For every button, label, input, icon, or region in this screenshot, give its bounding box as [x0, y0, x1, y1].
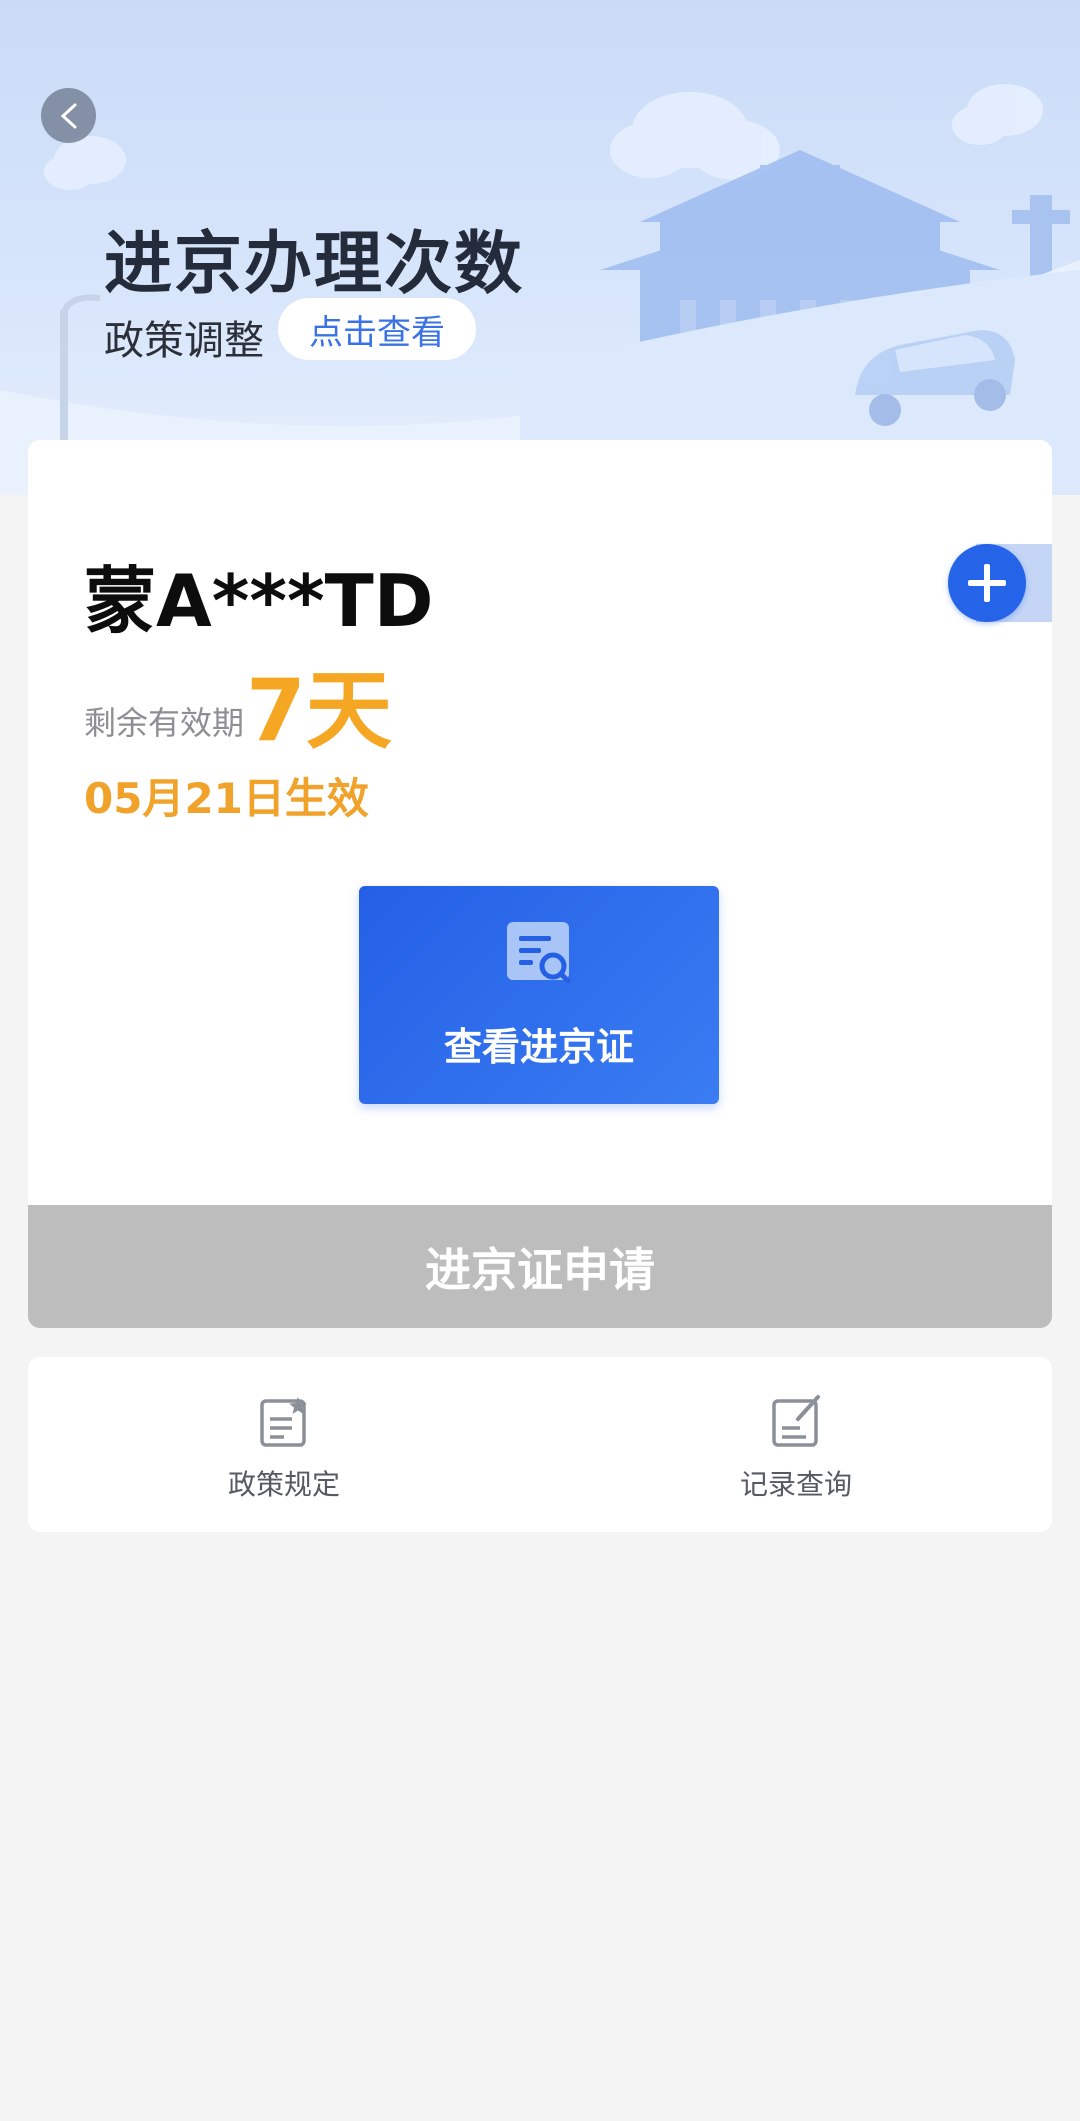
- menu-item-records[interactable]: 记录查询: [540, 1357, 1052, 1532]
- license-plate: 蒙A***TD: [84, 559, 434, 643]
- plus-icon: [968, 564, 1006, 602]
- remaining-validity-label: 剩余有效期: [84, 704, 245, 742]
- banner-subtitle: 政策调整: [104, 318, 264, 364]
- view-permit-label: 查看进京证: [443, 1025, 634, 1069]
- add-vehicle-button[interactable]: [948, 544, 1026, 622]
- menu-item-records-label: 记录查询: [739, 1468, 852, 1501]
- effective-date: 05月21日生效: [84, 774, 369, 823]
- header-banner: 进京办理次数 政策调整 点击查看: [0, 0, 1080, 495]
- vehicle-card: 蒙A***TD 剩余有效期 7天 05月21日生效 查看进京证 进京证申请: [28, 440, 1052, 1328]
- view-policy-link-button[interactable]: 点击查看: [278, 298, 476, 360]
- menu-card: 政策规定 记录查询: [28, 1357, 1052, 1532]
- back-button[interactable]: [41, 88, 96, 143]
- menu-item-policy[interactable]: 政策规定: [28, 1357, 540, 1532]
- policy-document-icon: [260, 1397, 307, 1447]
- banner-title: 进京办理次数: [104, 225, 525, 304]
- menu-item-policy-label: 政策规定: [227, 1468, 340, 1501]
- view-permit-button[interactable]: 查看进京证: [359, 886, 719, 1104]
- apply-permit-button[interactable]: 进京证申请: [28, 1205, 1052, 1328]
- remaining-days-value: 7天: [246, 661, 392, 761]
- record-edit-icon: [772, 1395, 820, 1447]
- document-search-icon: [507, 922, 571, 984]
- chevron-left-icon: [60, 103, 76, 128]
